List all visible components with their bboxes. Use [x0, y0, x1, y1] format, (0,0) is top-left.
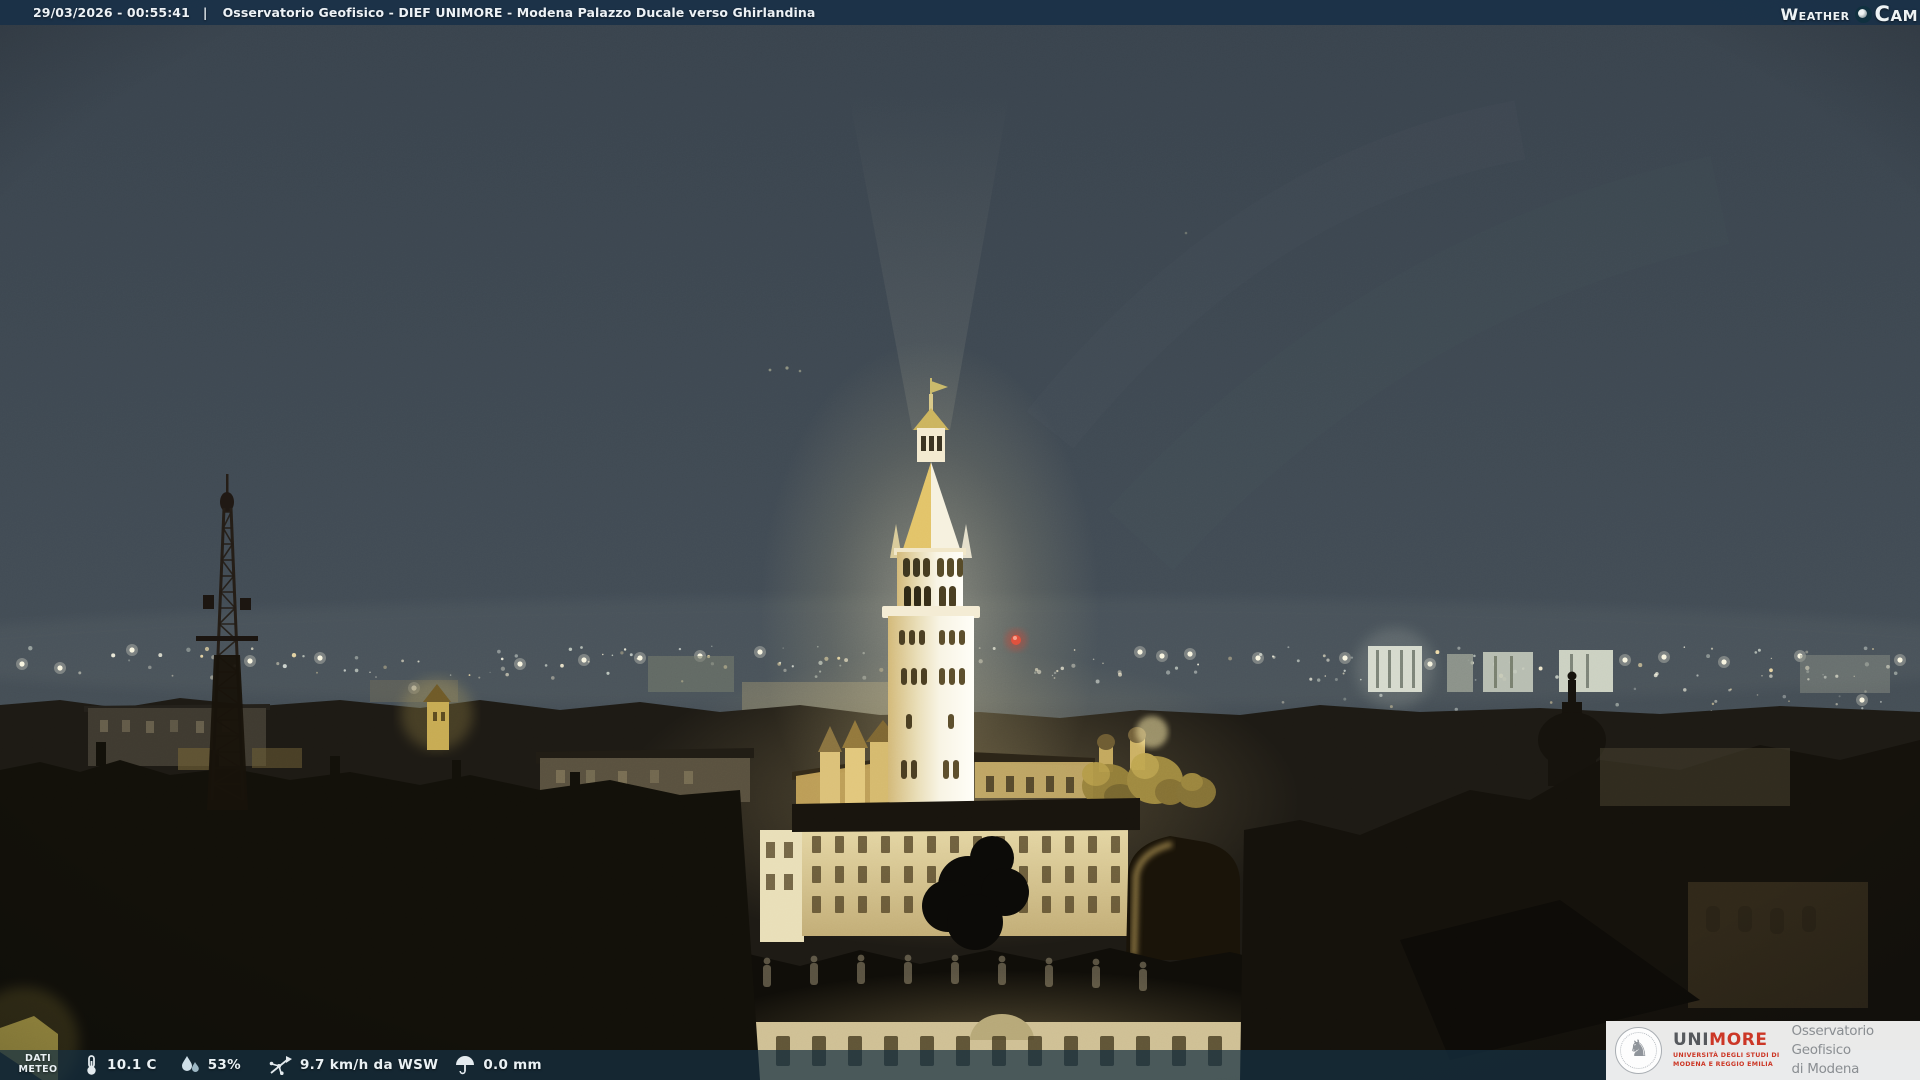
rain-metric: 0.0 mm — [454, 1054, 542, 1076]
weathercam-label-cam: Cam — [1875, 2, 1918, 26]
timestamp: 29/03/2026 - 00:55:41 — [33, 5, 190, 20]
temperature-value: 10.1 C — [107, 1057, 157, 1073]
top-info-bar: 29/03/2026 - 00:55:41 | Osservatorio Geo… — [0, 0, 1920, 25]
thermometer-icon — [82, 1054, 100, 1076]
camera-lens-icon — [1855, 6, 1872, 23]
unimore-branding-panel: ♞ UNIMORE UNIVERSITÀ DEGLI STUDI DI MODE… — [1606, 1021, 1920, 1080]
humidity-metric: 53% — [179, 1054, 241, 1076]
page-title: Osservatorio Geofisico - DIEF UNIMORE - … — [223, 5, 816, 20]
unimore-seal-icon: ♞ — [1615, 1027, 1662, 1074]
humidity-value: 53% — [208, 1057, 241, 1073]
weathercam-label-weather: Weather — [1781, 5, 1850, 24]
temperature-metric: 10.1 C — [82, 1054, 157, 1076]
observatory-name: Osservatorio Geofisico di Modena — [1792, 1022, 1920, 1079]
night-cityscape — [0, 0, 1920, 1080]
humidity-drops-icon — [179, 1054, 201, 1076]
unimore-uni: UNI — [1673, 1030, 1709, 1050]
university-name-line1: UNIVERSITÀ DEGLI STUDI DI — [1673, 1052, 1780, 1060]
university-name-line2: MODENA E REGGIO EMILIA — [1673, 1061, 1780, 1069]
wind-anemometer-icon — [267, 1054, 293, 1076]
separator: | — [203, 5, 208, 20]
weathercam-watermark: Weather Cam — [1781, 1, 1918, 27]
rain-umbrella-icon — [454, 1054, 476, 1076]
rain-value: 0.0 mm — [483, 1057, 542, 1073]
wind-value: 9.7 km/h da WSW — [300, 1057, 438, 1073]
vignette — [0, 0, 1920, 1080]
dati-meteo-label: DATI METEO — [14, 1054, 62, 1075]
unimore-more: MORE — [1709, 1030, 1767, 1050]
webcam-photo — [0, 0, 1920, 1080]
wind-metric: 9.7 km/h da WSW — [267, 1054, 438, 1076]
unimore-wordmark: UNIMORE UNIVERSITÀ DEGLI STUDI DI MODENA… — [1673, 1032, 1780, 1068]
